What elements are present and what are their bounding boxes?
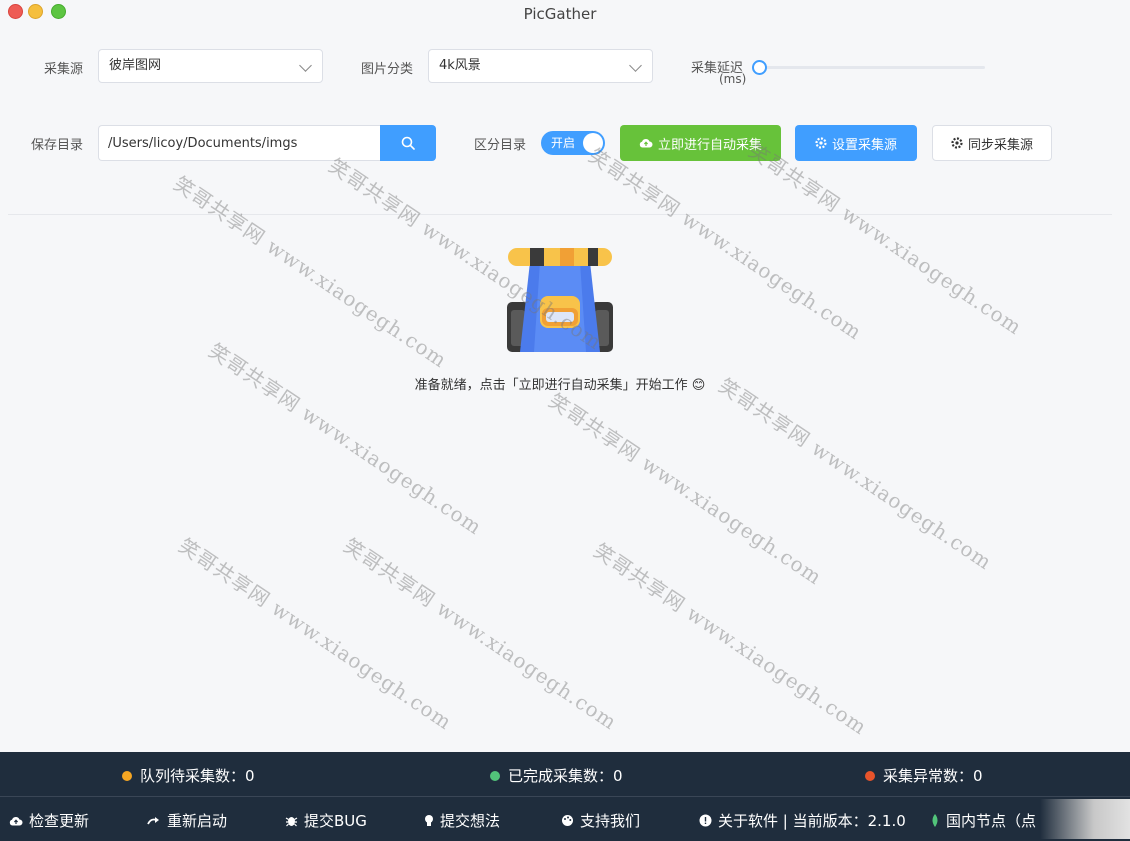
start-collect-button[interactable]: 立即进行自动采集 [620, 125, 781, 161]
window-title: PicGather [523, 5, 597, 23]
setup-source-label: 设置采集源 [831, 137, 897, 153]
blurred-overlay [1040, 799, 1130, 839]
palette-icon [562, 815, 573, 826]
error-dot [865, 770, 875, 781]
shopping-bag-illustration [507, 248, 613, 352]
watermark: 笑哥共享网 www.xiaogegh.com [169, 171, 452, 373]
category-select[interactable]: 4k风景 [428, 49, 653, 83]
restart-label: 重新启动 [167, 812, 228, 830]
bug-icon [285, 817, 298, 827]
divider [8, 214, 1112, 215]
sync-source-button[interactable]: 同步采集源 [932, 125, 1052, 161]
lightbulb-icon [425, 814, 433, 826]
chevron-down-icon [299, 59, 312, 72]
footer-row: 检查更新 重新启动 提交BUG 提交想法 支持我们 关于软件 | 当前版本：2.… [0, 797, 1130, 841]
category-label: 图片分类 [361, 62, 414, 77]
sync-source-label: 同步采集源 [967, 137, 1033, 153]
watermark: 笑哥共享网 www.xiaogegh.com [544, 388, 827, 590]
delay-unit-label: (ms) [719, 72, 747, 86]
watermark: 笑哥共享网 www.xiaogegh.com [744, 138, 1027, 340]
done-stat: 已完成采集数：0 [490, 765, 623, 786]
check-update-label: 检查更新 [29, 812, 90, 830]
node-select-link[interactable]: 国内节点（点 [930, 810, 1036, 831]
support-us-link[interactable]: 支持我们 [561, 810, 640, 831]
watermark: 笑哥共享网 www.xiaogegh.com [589, 538, 872, 740]
watermark: 笑哥共享网 www.xiaogegh.com [204, 338, 487, 540]
queued-dot [122, 770, 132, 781]
source-label: 采集源 [44, 62, 84, 77]
support-us-label: 支持我们 [580, 812, 641, 830]
toggle-text: 开启 [551, 136, 576, 150]
submit-idea-link[interactable]: 提交想法 [424, 810, 500, 831]
delay-slider[interactable] [760, 66, 985, 69]
cloud-upload-icon [9, 816, 23, 825]
redo-icon [147, 816, 159, 824]
title-bar: PicGather [0, 0, 1130, 28]
submit-bug-link[interactable]: 提交BUG [285, 810, 367, 831]
queued-label: 队列待采集数：0 [140, 767, 255, 785]
restart-link[interactable]: 重新启动 [147, 810, 227, 831]
watermark: 笑哥共享网 www.xiaogegh.com [584, 143, 867, 345]
status-bar: 队列待采集数：0 已完成采集数：0 采集异常数：0 检查更新 重新启动 提交BU… [0, 752, 1130, 841]
separate-dir-toggle[interactable]: 开启 [541, 131, 605, 155]
about-link[interactable]: 关于软件 | 当前版本：2.1.0 [699, 810, 906, 831]
stats-row: 队列待采集数：0 已完成采集数：0 采集异常数：0 [0, 752, 1130, 797]
done-dot [490, 770, 500, 781]
delay-slider-handle[interactable] [752, 60, 767, 75]
source-select-value: 彼岸图网 [109, 58, 162, 73]
watermark: 笑哥共享网 www.xiaogegh.com [339, 533, 622, 735]
cloud-upload-icon [639, 139, 653, 148]
ready-message: 准备就绪，点击「立即进行自动采集」开始工作 😊 [414, 378, 706, 393]
check-update-link[interactable]: 检查更新 [9, 810, 89, 831]
about-label: 关于软件 | 当前版本：2.1.0 [718, 812, 906, 830]
separate-dir-label: 区分目录 [474, 138, 527, 153]
node-label: 国内节点（点 [946, 812, 1037, 830]
search-icon [401, 136, 415, 150]
leaf-icon [932, 814, 938, 827]
category-select-value: 4k风景 [439, 58, 481, 73]
setup-source-button[interactable]: 设置采集源 [795, 125, 917, 161]
save-dir-label: 保存目录 [31, 138, 84, 153]
browse-button[interactable] [380, 125, 436, 161]
save-dir-input[interactable] [98, 125, 381, 161]
info-icon [699, 814, 712, 827]
source-select[interactable]: 彼岸图网 [98, 49, 323, 83]
submit-idea-label: 提交想法 [440, 812, 501, 830]
watermark: 笑哥共享网 www.xiaogegh.com [714, 373, 997, 575]
queued-stat: 队列待采集数：0 [122, 765, 255, 786]
toggle-knob [583, 133, 603, 153]
submit-bug-label: 提交BUG [304, 812, 367, 830]
chevron-down-icon [629, 59, 642, 72]
done-label: 已完成采集数：0 [508, 767, 623, 785]
start-collect-label: 立即进行自动采集 [657, 137, 762, 153]
error-label: 采集异常数：0 [883, 767, 983, 785]
gear-icon [951, 137, 963, 149]
error-stat: 采集异常数：0 [865, 765, 983, 786]
watermark: 笑哥共享网 www.xiaogegh.com [174, 533, 457, 735]
gear-icon [815, 137, 827, 149]
